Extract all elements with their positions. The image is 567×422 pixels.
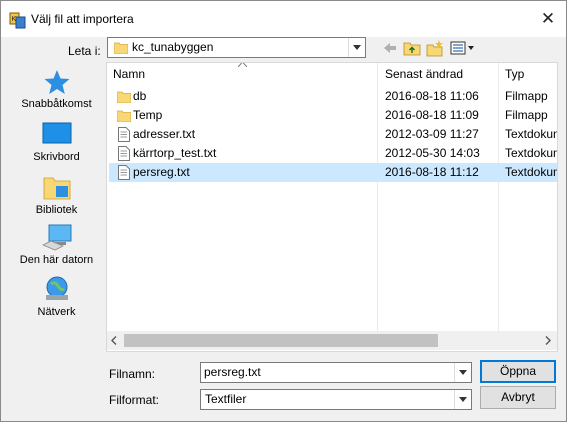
chevron-down-icon bbox=[353, 44, 361, 50]
file-modified: 2012-03-09 11:27 bbox=[385, 127, 479, 141]
folder-icon bbox=[117, 91, 131, 103]
file-dialog: K Välj fil att importera ✕ Leta i: kc_tu… bbox=[0, 0, 567, 422]
text-file-icon bbox=[118, 146, 130, 161]
open-button[interactable]: Öppna bbox=[480, 360, 556, 383]
scrollbar-thumb[interactable] bbox=[124, 334, 438, 347]
desktop-icon bbox=[42, 122, 71, 144]
file-row[interactable]: adresser.txt 2012-03-09 11:27 Textdokume… bbox=[109, 125, 557, 144]
chevron-down-icon bbox=[459, 369, 467, 375]
file-modified: 2016-08-18 11:12 bbox=[385, 165, 479, 179]
file-type: Textdokument bbox=[505, 165, 557, 179]
file-row-selected[interactable]: persreg.txt 2016-08-18 11:12 Textdokumen… bbox=[109, 163, 557, 182]
file-row[interactable]: db 2016-08-18 11:06 Filmapp bbox=[109, 87, 557, 106]
folder-icon bbox=[117, 110, 131, 122]
look-in-value: kc_tunabyggen bbox=[132, 40, 214, 54]
chevron-down-icon bbox=[459, 396, 467, 402]
file-type: Textdokument bbox=[505, 127, 557, 141]
file-modified: 2016-08-18 11:09 bbox=[385, 108, 479, 122]
scroll-left-icon[interactable] bbox=[111, 336, 117, 345]
svg-text:K: K bbox=[12, 16, 17, 23]
column-header-modified[interactable]: Senast ändrad bbox=[385, 63, 463, 86]
filename-value: persreg.txt bbox=[204, 365, 261, 379]
place-quick-access[interactable]: Snabbåtkomst bbox=[7, 68, 106, 110]
place-network[interactable]: Nätverk bbox=[7, 274, 106, 318]
places-bar: Snabbåtkomst Skrivbord Bibliotek Den här… bbox=[7, 62, 106, 352]
library-icon bbox=[43, 177, 70, 200]
filename-field[interactable]: persreg.txt bbox=[200, 362, 472, 383]
close-icon: ✕ bbox=[540, 9, 556, 28]
dialog-title: Välj fil att importera bbox=[31, 12, 134, 26]
sort-ascending-icon bbox=[238, 63, 247, 67]
place-label: Nätverk bbox=[37, 306, 76, 318]
app-icon: K bbox=[9, 12, 26, 29]
back-button[interactable] bbox=[380, 38, 400, 58]
file-modified: 2016-08-18 11:06 bbox=[385, 89, 479, 103]
horizontal-scrollbar[interactable] bbox=[107, 331, 557, 350]
place-label: Den här datorn bbox=[19, 254, 94, 266]
column-header-type[interactable]: Typ bbox=[505, 63, 524, 86]
file-name: kärrtorp_test.txt bbox=[133, 146, 217, 160]
place-label: Skrivbord bbox=[33, 151, 80, 163]
scroll-right-icon[interactable] bbox=[545, 336, 551, 345]
new-folder-button[interactable] bbox=[425, 38, 445, 58]
up-folder-icon bbox=[403, 42, 421, 56]
place-this-pc[interactable]: Den här datorn bbox=[7, 222, 106, 266]
file-row[interactable]: kärrtorp_test.txt 2012-05-30 14:03 Textd… bbox=[109, 144, 557, 163]
network-icon bbox=[45, 276, 68, 300]
filetype-label: Filformat: bbox=[109, 393, 160, 407]
view-menu-button[interactable] bbox=[449, 38, 475, 58]
file-name: persreg.txt bbox=[133, 165, 190, 179]
file-name: Temp bbox=[133, 108, 163, 122]
text-file-icon bbox=[118, 127, 130, 142]
look-in-dropdown-arrow[interactable] bbox=[348, 38, 365, 57]
filetype-dropdown-arrow[interactable] bbox=[454, 390, 471, 409]
title-bar: K Välj fil att importera ✕ bbox=[1, 1, 566, 37]
file-type: Filmapp bbox=[505, 108, 548, 122]
filetype-dropdown[interactable]: Textfiler bbox=[200, 389, 472, 410]
file-modified: 2012-05-30 14:03 bbox=[385, 146, 480, 160]
cancel-button[interactable]: Avbryt bbox=[480, 386, 556, 409]
up-folder-button[interactable] bbox=[402, 38, 422, 58]
view-list-icon bbox=[450, 41, 474, 55]
new-folder-icon bbox=[426, 40, 443, 57]
look-in-label: Leta i: bbox=[68, 44, 101, 58]
back-arrow-icon bbox=[384, 43, 396, 53]
file-name: db bbox=[133, 89, 147, 103]
computer-icon bbox=[41, 224, 71, 251]
file-type: Filmapp bbox=[505, 89, 548, 103]
column-header-name[interactable]: Namn bbox=[113, 63, 145, 86]
file-list[interactable]: Namn Senast ändrad Typ db 2016-08-18 11:… bbox=[106, 62, 558, 352]
text-file-icon bbox=[118, 165, 130, 180]
place-desktop[interactable]: Skrivbord bbox=[7, 121, 106, 163]
place-label: Snabbåtkomst bbox=[21, 98, 92, 110]
filetype-value: Textfiler bbox=[205, 392, 247, 406]
file-row[interactable]: Temp 2016-08-18 11:09 Filmapp bbox=[109, 106, 557, 125]
star-icon bbox=[44, 70, 69, 94]
place-libraries[interactable]: Bibliotek bbox=[7, 172, 106, 216]
place-label: Bibliotek bbox=[35, 204, 78, 216]
look-in-dropdown[interactable]: kc_tunabyggen bbox=[107, 37, 366, 58]
file-name: adresser.txt bbox=[133, 127, 196, 141]
file-type: Textdokument bbox=[505, 146, 557, 160]
folder-icon bbox=[114, 42, 128, 54]
filename-dropdown-arrow[interactable] bbox=[454, 363, 471, 382]
filename-label: Filnamn: bbox=[109, 367, 156, 381]
close-button[interactable]: ✕ bbox=[536, 7, 560, 31]
